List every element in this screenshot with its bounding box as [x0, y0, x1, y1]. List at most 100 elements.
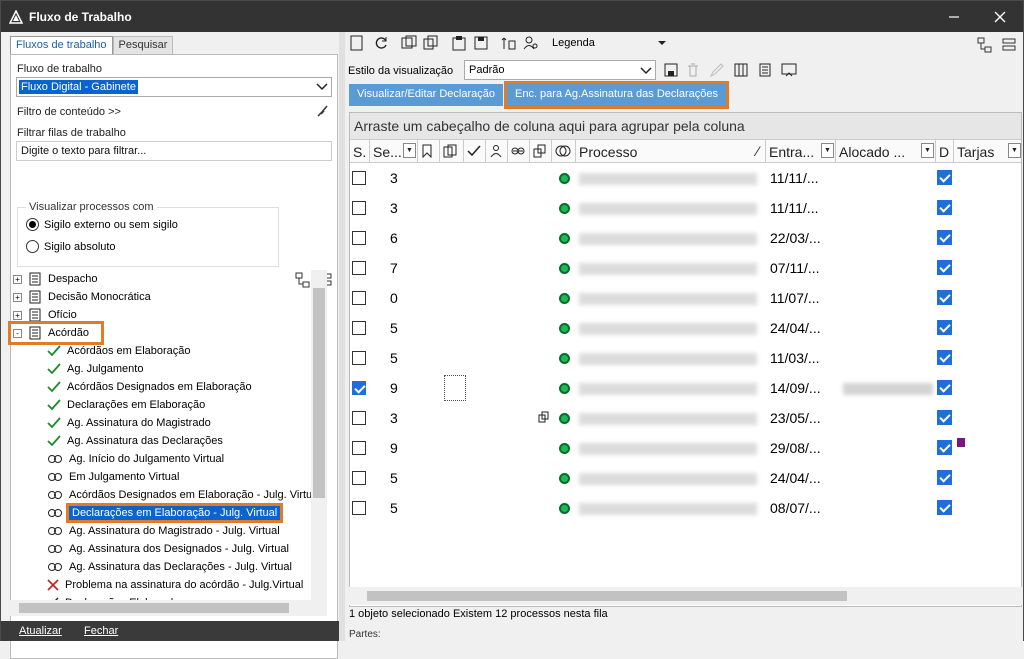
row-d-checkbox[interactable] — [937, 380, 952, 395]
col-link[interactable] — [508, 140, 530, 162]
table-row[interactable]: 5 24/04/... — [350, 313, 1021, 343]
tree-item[interactable]: Ag. Assinatura do Magistrado — [47, 414, 211, 432]
col-status[interactable] — [552, 140, 576, 162]
group-by-area[interactable]: Arraste um cabeçalho de coluna aqui para… — [350, 113, 1021, 139]
tree-item[interactable]: + Ofício — [13, 306, 77, 324]
tree-expander[interactable]: + — [13, 310, 22, 320]
tree-item[interactable]: + Decisão Monocrática — [13, 288, 151, 306]
row-d-checkbox[interactable] — [937, 170, 952, 185]
tab-pesquisar[interactable]: Pesquisar — [112, 36, 174, 54]
tree-item[interactable]: Acórdãos Designados em Elaboração — [47, 378, 252, 396]
col-tarjas[interactable]: Tarjas ▼ — [954, 140, 1021, 162]
collapse-all-right-icon[interactable] — [1001, 37, 1017, 53]
checklist-icon[interactable] — [401, 35, 417, 51]
tree-expander[interactable]: + — [13, 292, 22, 302]
col-bookmark[interactable] — [418, 140, 440, 162]
encaminhar-assinatura-button[interactable]: Enc. para Ag.Assinatura das Declarações — [503, 81, 730, 109]
table-row[interactable]: 3 23/05/... — [350, 403, 1021, 433]
row-checkbox[interactable] — [352, 441, 366, 455]
grid-hscroll-thumb[interactable] — [367, 591, 847, 601]
table-row[interactable]: 7 07/11/... — [350, 253, 1021, 283]
minimize-button[interactable] — [931, 1, 977, 32]
row-d-checkbox[interactable] — [937, 500, 952, 515]
table-row[interactable]: 9 14/09/... — [350, 373, 1021, 403]
tree-item[interactable]: Declarações em Elaboração — [47, 396, 205, 414]
tree-vscrollbar[interactable] — [311, 270, 327, 605]
filtrar-input[interactable]: Digite o texto para filtrar... — [16, 141, 332, 161]
close-button[interactable] — [977, 1, 1023, 32]
refresh-icon[interactable] — [373, 35, 389, 51]
import-icon[interactable] — [501, 35, 517, 51]
tree-item[interactable]: Ag. Assinatura das Declarações - Julg. V… — [47, 558, 292, 576]
col-entrada-filter[interactable]: ▼ — [821, 143, 834, 158]
col-check[interactable] — [464, 140, 486, 162]
radio-sigilo-absoluto[interactable]: Sigilo absoluto — [26, 240, 116, 253]
tree-hscrollbar[interactable] — [1, 600, 327, 616]
search-user-icon[interactable] — [523, 35, 539, 51]
row-checkbox[interactable] — [352, 411, 366, 425]
row-d-checkbox[interactable] — [937, 200, 952, 215]
row-checkbox[interactable] — [352, 201, 366, 215]
row-checkbox[interactable] — [352, 261, 366, 275]
row-checkbox[interactable] — [352, 351, 366, 365]
col-processo[interactable]: Processo ⁄ — [576, 140, 766, 162]
table-row[interactable]: 3 11/11/... — [350, 193, 1021, 223]
export-icon[interactable] — [781, 62, 797, 78]
paste-icon[interactable] — [451, 35, 467, 51]
table-row[interactable]: 3 11/11/... — [350, 163, 1021, 193]
fechar-button[interactable]: Fechar — [84, 625, 118, 637]
brush-icon[interactable] — [315, 104, 329, 118]
row-d-checkbox[interactable] — [937, 290, 952, 305]
row-checkbox[interactable] — [352, 291, 366, 305]
row-checkbox[interactable] — [352, 471, 366, 485]
atualizar-button[interactable]: Atualizar — [19, 625, 62, 637]
new-icon[interactable] — [349, 35, 365, 51]
list-icon[interactable] — [757, 62, 773, 78]
row-d-checkbox[interactable] — [937, 230, 952, 245]
processo-filter-icon[interactable]: ⁄ — [757, 143, 759, 159]
grid-hscrollbar[interactable] — [349, 587, 1022, 605]
fluxo-combo[interactable]: Fluxo Digital - Gabinete — [16, 77, 332, 97]
row-d-checkbox[interactable] — [937, 320, 952, 335]
tree-hscroll-thumb[interactable] — [19, 603, 289, 613]
col-tarjas-filter[interactable]: ▼ — [1008, 143, 1021, 158]
table-row[interactable]: 6 22/03/... — [350, 223, 1021, 253]
tree-item[interactable]: Ag. Assinatura dos Designados - Julg. Vi… — [47, 540, 289, 558]
tree-item[interactable]: - Acórdão — [8, 321, 104, 345]
legenda-dropdown[interactable]: Legenda — [552, 37, 595, 49]
tree-item[interactable]: Ag. Assinatura das Declarações — [47, 432, 223, 450]
tree-item[interactable]: Declarações em Elaboração - Julg. Virtua… — [47, 503, 284, 523]
row-checkbox[interactable] — [352, 171, 366, 185]
tree-vscroll-thumb[interactable] — [313, 288, 325, 498]
tree-expander[interactable]: + — [13, 274, 22, 284]
tree-item[interactable]: Em Julgamento Virtual — [47, 468, 179, 486]
filtro-conteudo-link[interactable]: Filtro de conteúdo >> — [17, 106, 121, 118]
row-checkbox[interactable] — [352, 381, 366, 395]
save-style-icon[interactable] — [663, 62, 679, 78]
expand-all-right-icon[interactable] — [977, 37, 993, 53]
save-icon[interactable] — [473, 35, 489, 51]
row-checkbox[interactable] — [352, 231, 366, 245]
visualizar-editar-button[interactable]: Visualizar/Editar Declaração — [349, 84, 503, 106]
tree-item[interactable]: Ag. Assinatura do Magistrado - Julg. Vir… — [47, 522, 280, 540]
table-row[interactable]: 5 24/04/... — [350, 463, 1021, 493]
estilo-combo[interactable]: Padrão — [464, 60, 656, 80]
tree-item[interactable]: Ag. Início do Julgamento Virtual — [47, 450, 224, 468]
col-docs[interactable] — [440, 140, 464, 162]
col-entrada[interactable]: Entra... ▼ — [766, 140, 836, 162]
table-row[interactable]: 5 08/07/... — [350, 493, 1021, 523]
col-s[interactable]: S. — [350, 140, 370, 162]
col-seq[interactable]: Se... ▼ — [370, 140, 418, 162]
row-checkbox[interactable] — [352, 501, 366, 515]
tree-item[interactable]: Ag. Julgamento — [47, 360, 143, 378]
col-alocado[interactable]: Alocado ... ▼ — [836, 140, 936, 162]
tree-item[interactable]: Problema na assinatura do acórdão - Julg… — [47, 576, 303, 594]
columns-icon[interactable] — [733, 62, 749, 78]
col-alocado-filter[interactable]: ▼ — [921, 143, 934, 158]
row-d-checkbox[interactable] — [937, 440, 952, 455]
col-d[interactable]: D — [936, 140, 954, 162]
row-d-checkbox[interactable] — [937, 350, 952, 365]
table-row[interactable]: 9 29/08/... — [350, 433, 1021, 463]
tree-expander[interactable]: - — [13, 328, 22, 338]
table-row[interactable]: 5 11/03/... — [350, 343, 1021, 373]
